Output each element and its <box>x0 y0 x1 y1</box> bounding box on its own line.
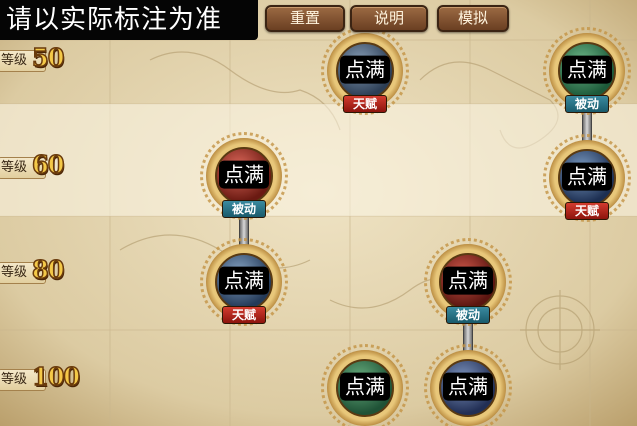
highlight-row-band <box>0 104 637 216</box>
level-number: 80 <box>31 254 65 285</box>
skill-node-lv100-left[interactable]: 点满 <box>321 344 409 426</box>
skill-node-label: 点满 <box>340 55 390 84</box>
passive-badge: 被动 <box>446 306 490 324</box>
skill-node-label: 点满 <box>562 55 612 84</box>
level-number: 50 <box>31 42 65 73</box>
notice-banner: 请以实际标注为准 <box>0 0 258 40</box>
simulate-button[interactable]: 模拟 <box>437 5 509 32</box>
reset-button[interactable]: 重置 <box>265 5 345 32</box>
skill-node-lv60-talent[interactable]: 点满 天赋 <box>543 134 631 222</box>
skill-node-label: 点满 <box>219 266 269 295</box>
level-number: 100 <box>31 361 81 392</box>
skill-node-lv80-passive[interactable]: 点满 被动 <box>424 238 512 326</box>
skill-node-lv80-talent[interactable]: 点满 天赋 <box>200 238 288 326</box>
passive-badge: 被动 <box>222 200 266 218</box>
skill-node-label: 点满 <box>443 266 493 295</box>
skill-node-lv60-passive[interactable]: 点满 被动 <box>200 132 288 220</box>
skill-node-label: 点满 <box>562 162 612 191</box>
info-button[interactable]: 说明 <box>350 5 428 32</box>
skill-node-label: 点满 <box>340 372 390 401</box>
skill-node-label: 点满 <box>443 372 493 401</box>
level-number: 60 <box>31 149 65 180</box>
talent-badge: 天赋 <box>343 95 387 113</box>
passive-badge: 被动 <box>565 95 609 113</box>
skill-node-label: 点满 <box>219 160 269 189</box>
skill-node-lv100-right[interactable]: 点满 <box>424 344 512 426</box>
skill-node-lv50-talent[interactable]: 点满 天赋 <box>321 27 409 115</box>
skill-node-lv50-passive[interactable]: 点满 被动 <box>543 27 631 115</box>
talent-badge: 天赋 <box>565 202 609 220</box>
talent-badge: 天赋 <box>222 306 266 324</box>
